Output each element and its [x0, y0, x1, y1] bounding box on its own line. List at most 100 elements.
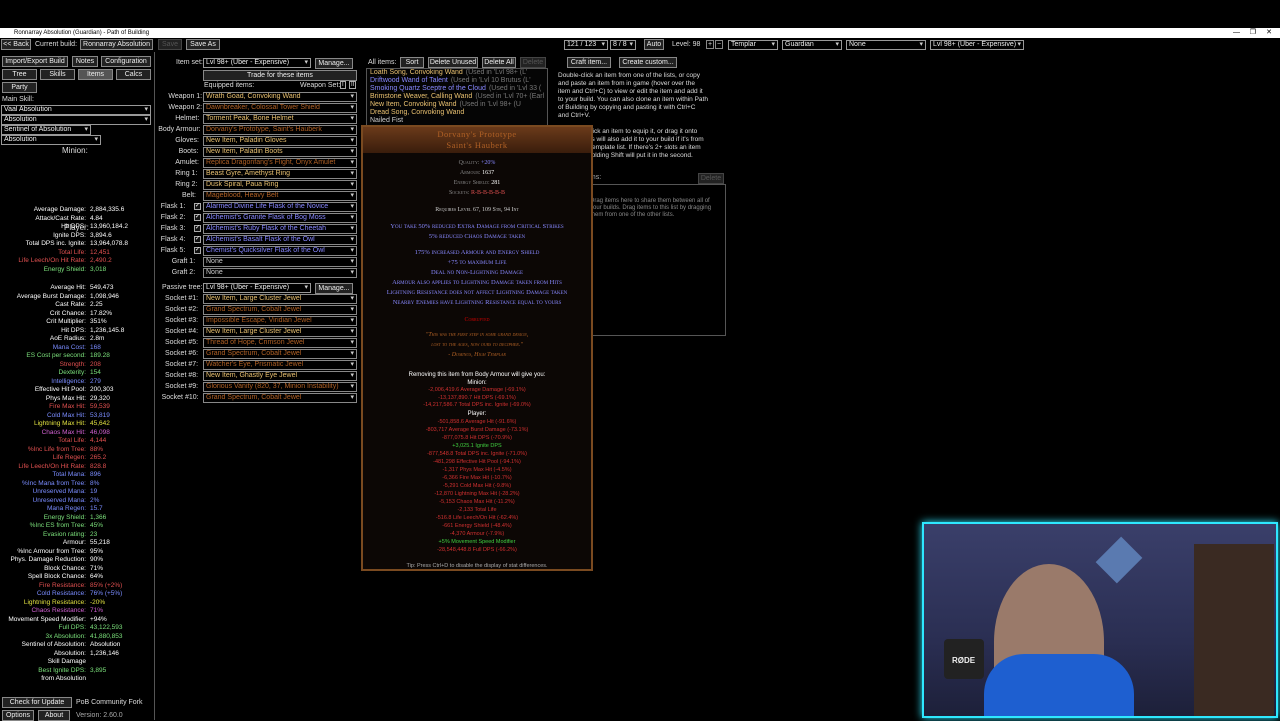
socket-select[interactable]: New Item, Ghastly Eye Jewel — [203, 371, 357, 381]
slot-select[interactable]: Dusk Spiral, Paua Ring — [203, 180, 357, 190]
stat-value: 59,539 — [90, 403, 110, 410]
flask-select[interactable]: Alarmed Divine Life Flask of the Novice — [203, 202, 357, 212]
tree-spec-select[interactable]: Lvl 98+ (Uber - Expensive) — [930, 40, 1024, 50]
configuration-button[interactable]: Configuration — [101, 56, 151, 67]
manage-tree-button[interactable]: Manage... — [315, 283, 353, 294]
slot-select[interactable]: Mageblood, Heavy Belt — [203, 191, 357, 201]
slot-select[interactable]: Dorvany's Prototype, Saint's Hauberk — [203, 125, 357, 135]
slot-select[interactable]: Beast Gyre, Amethyst Ring — [203, 169, 357, 179]
list-item[interactable]: New Item, Convoking Wand (Used in 'Lvl 98… — [367, 101, 547, 109]
class-select[interactable]: Templar — [728, 40, 778, 50]
stat-label: Fire Max Hit: — [49, 403, 86, 410]
graft-select[interactable]: None — [203, 268, 357, 278]
manage-itemset-button[interactable]: Manage... — [315, 58, 353, 69]
ascendancy-select[interactable]: Guardian — [782, 40, 842, 50]
delete-all-button[interactable]: Delete All — [482, 57, 516, 68]
level-field[interactable]: Level: 98 — [672, 41, 700, 48]
flask-toggle[interactable]: ✓ — [194, 247, 201, 254]
trade-button[interactable]: Trade for these items — [203, 70, 357, 81]
slot-select[interactable]: Dawnbreaker, Colossal Tower Shield — [203, 103, 357, 113]
flask-select[interactable]: Chemist's Quicksilver Flask of the Owl — [203, 246, 357, 256]
level-minus-icon[interactable]: − — [715, 40, 724, 49]
craft-item-button[interactable]: Craft item... — [567, 57, 611, 68]
options-button[interactable]: Options — [2, 710, 34, 721]
minimize-icon[interactable]: — — [1233, 28, 1240, 38]
socket-select[interactable]: Watcher's Eye, Prismatic Jewel — [203, 360, 357, 370]
flask-select[interactable]: Alchemist's Basalt Flask of the Owl — [203, 235, 357, 245]
slot-select[interactable]: Wrath Goad, Convoking Wand — [203, 92, 357, 102]
list-item-name: New Item, Convoking Wand — [370, 101, 457, 108]
graft-select[interactable]: None — [203, 257, 357, 267]
level-plus-icon[interactable]: + — [706, 40, 715, 49]
list-item-usage: (Used in 'Lvl 98+ (U — [459, 101, 521, 108]
socket-select[interactable]: Impossible Escape, Viridian Jewel — [203, 316, 357, 326]
list-item[interactable]: Brimstone Weaver, Calling Wand (Used in '… — [367, 93, 547, 101]
auto-level-button[interactable]: Auto — [644, 39, 664, 50]
flask-toggle[interactable]: ✓ — [194, 203, 201, 210]
bandit-select[interactable]: None — [846, 40, 926, 50]
save-button[interactable]: Save — [158, 39, 182, 50]
player-change: -877,075.8 Hit DPS (-70.9%) — [441, 435, 512, 441]
minion-skill-select[interactable]: Absolution — [1, 135, 101, 145]
ascendancy-points: 8 / 8 — [610, 40, 636, 50]
weapon-set-1-button[interactable]: I — [340, 81, 346, 89]
weapon-set-2-button[interactable]: II — [349, 81, 357, 89]
graft-label: Graft 1: — [171, 258, 196, 265]
list-item[interactable]: Nailed Fist — [367, 117, 547, 125]
socket-select[interactable]: New Item, Large Cluster Jewel — [203, 294, 357, 304]
player-change: +5% Movement Speed Modifier — [438, 539, 516, 545]
slot-select[interactable]: New Item, Paladin Boots — [203, 147, 357, 157]
flask-toggle[interactable]: ✓ — [194, 225, 201, 232]
socket-select[interactable]: Glorious Vanity (820, 37, Minion Instabi… — [203, 382, 357, 392]
maximize-icon[interactable]: ❐ — [1250, 28, 1256, 38]
list-item[interactable]: Dread Song, Convoking Wand — [367, 109, 547, 117]
tab-party[interactable]: Party — [2, 82, 37, 93]
socket-select[interactable]: New Item, Large Cluster Jewel — [203, 327, 357, 337]
list-item[interactable]: Loath Song, Convoking Wand (Used in 'Lvl … — [367, 69, 547, 77]
about-button[interactable]: About — [38, 710, 70, 721]
list-item[interactable]: Driftwood Wand of Talent (Used in 'Lvl 10… — [367, 77, 547, 85]
sort-button[interactable]: Sort — [400, 57, 424, 68]
minion-select[interactable]: Sentinel of Absolution — [1, 125, 91, 135]
slot-select[interactable]: Replica Dragonfang's Flight, Onyx Amulet — [203, 158, 357, 168]
socket-label: Socket #9: — [165, 383, 199, 390]
notes-button[interactable]: Notes — [72, 56, 98, 67]
import-export-button[interactable]: Import/Export Build — [2, 56, 68, 67]
flask-toggle[interactable]: ✓ — [194, 236, 201, 243]
tab-skills[interactable]: Skills — [40, 69, 75, 80]
socket-select[interactable]: Thread of Hope, Crimson Jewel — [203, 338, 357, 348]
tooltip-sockets: Sockets: R-B-B-B-B-B — [448, 190, 506, 196]
slot-select[interactable]: Torment Peak, Bone Helmet — [203, 114, 357, 124]
stat-label: Total Life: — [58, 437, 86, 444]
flask-toggle[interactable]: ✓ — [194, 214, 201, 221]
tab-tree[interactable]: Tree — [2, 69, 37, 80]
list-item[interactable]: Smoking Quartz Sceptre of the Cloud (Used… — [367, 85, 547, 93]
create-custom-button[interactable]: Create custom... — [619, 57, 677, 68]
shared-delete-button[interactable]: Delete — [698, 173, 724, 184]
tab-items[interactable]: Items — [78, 69, 113, 80]
socket-select[interactable]: Grand Spectrum, Cobalt Jewel — [203, 305, 357, 315]
tab-calcs[interactable]: Calcs — [116, 69, 151, 80]
flask-select[interactable]: Alchemist's Granite Flask of Bog Moss — [203, 213, 357, 223]
stat-value: 95% — [90, 547, 104, 555]
item-set-select[interactable]: Lvl 98+ (Uber - Expensive) — [203, 58, 311, 68]
check-update-button[interactable]: Check for Update — [2, 697, 72, 708]
equipped-label: Equipped items: — [204, 82, 255, 89]
back-button[interactable]: << Back — [1, 39, 31, 50]
delete-button[interactable]: Delete — [520, 57, 546, 68]
passive-tree-select[interactable]: Lvl 98+ (Uber - Expensive) — [203, 283, 311, 293]
player-change: -877,548.8 Total DPS inc. Ignite (-71.0%… — [427, 451, 527, 457]
close-icon[interactable]: ✕ — [1266, 28, 1272, 38]
skill-part-select[interactable]: Absolution — [1, 115, 151, 125]
main-skill-select[interactable]: Vaal Absolution — [1, 105, 151, 115]
socket-select[interactable]: Grand Spectrum, Cobalt Jewel — [203, 349, 357, 359]
slot-select[interactable]: New Item, Paladin Gloves — [203, 136, 357, 146]
save-as-button[interactable]: Save As — [186, 39, 220, 50]
flask-select[interactable]: Alchemist's Ruby Flask of the Cheetah — [203, 224, 357, 234]
all-items-list[interactable]: Loath Song, Convoking Wand (Used in 'Lvl … — [366, 68, 548, 130]
player-change: -481,298 Effective Hit Pool (-94.1%) — [433, 459, 521, 465]
stat-label: Life Regen: — [52, 454, 86, 461]
stat-value: 168 — [90, 343, 101, 351]
delete-unused-button[interactable]: Delete Unused — [428, 57, 478, 68]
socket-select[interactable]: Grand Spectrum, Cobalt Jewel — [203, 393, 357, 403]
